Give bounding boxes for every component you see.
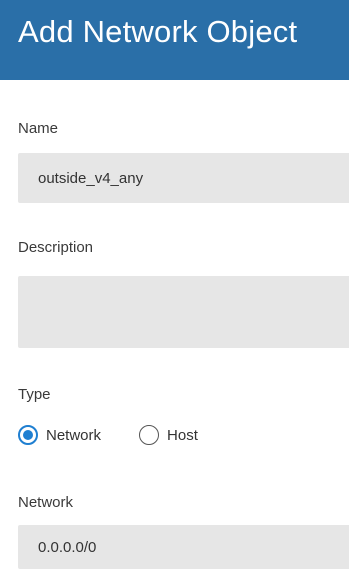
network-label: Network [18,494,74,511]
description-textarea[interactable] [18,276,349,348]
dialog-header: Add Network Object [0,0,349,80]
type-option-network-label: Network [46,426,102,444]
type-label: Type [18,386,51,403]
radio-selected-icon[interactable] [18,425,38,445]
network-input[interactable] [18,525,349,569]
radio-unselected-icon[interactable] [139,425,160,445]
description-label: Description [18,239,94,256]
dialog-title: Add Network Object [18,14,298,49]
name-input[interactable] [18,153,349,203]
radio-dot-icon [23,430,33,440]
type-option-host[interactable]: Host [139,425,198,445]
type-option-network[interactable]: Network [18,425,101,445]
add-network-object-dialog: Add Network Object Name Description Type… [0,0,349,573]
type-radio-group: Network Host [18,423,198,447]
type-option-host-label: Host [167,426,198,444]
name-label: Name [18,120,59,137]
